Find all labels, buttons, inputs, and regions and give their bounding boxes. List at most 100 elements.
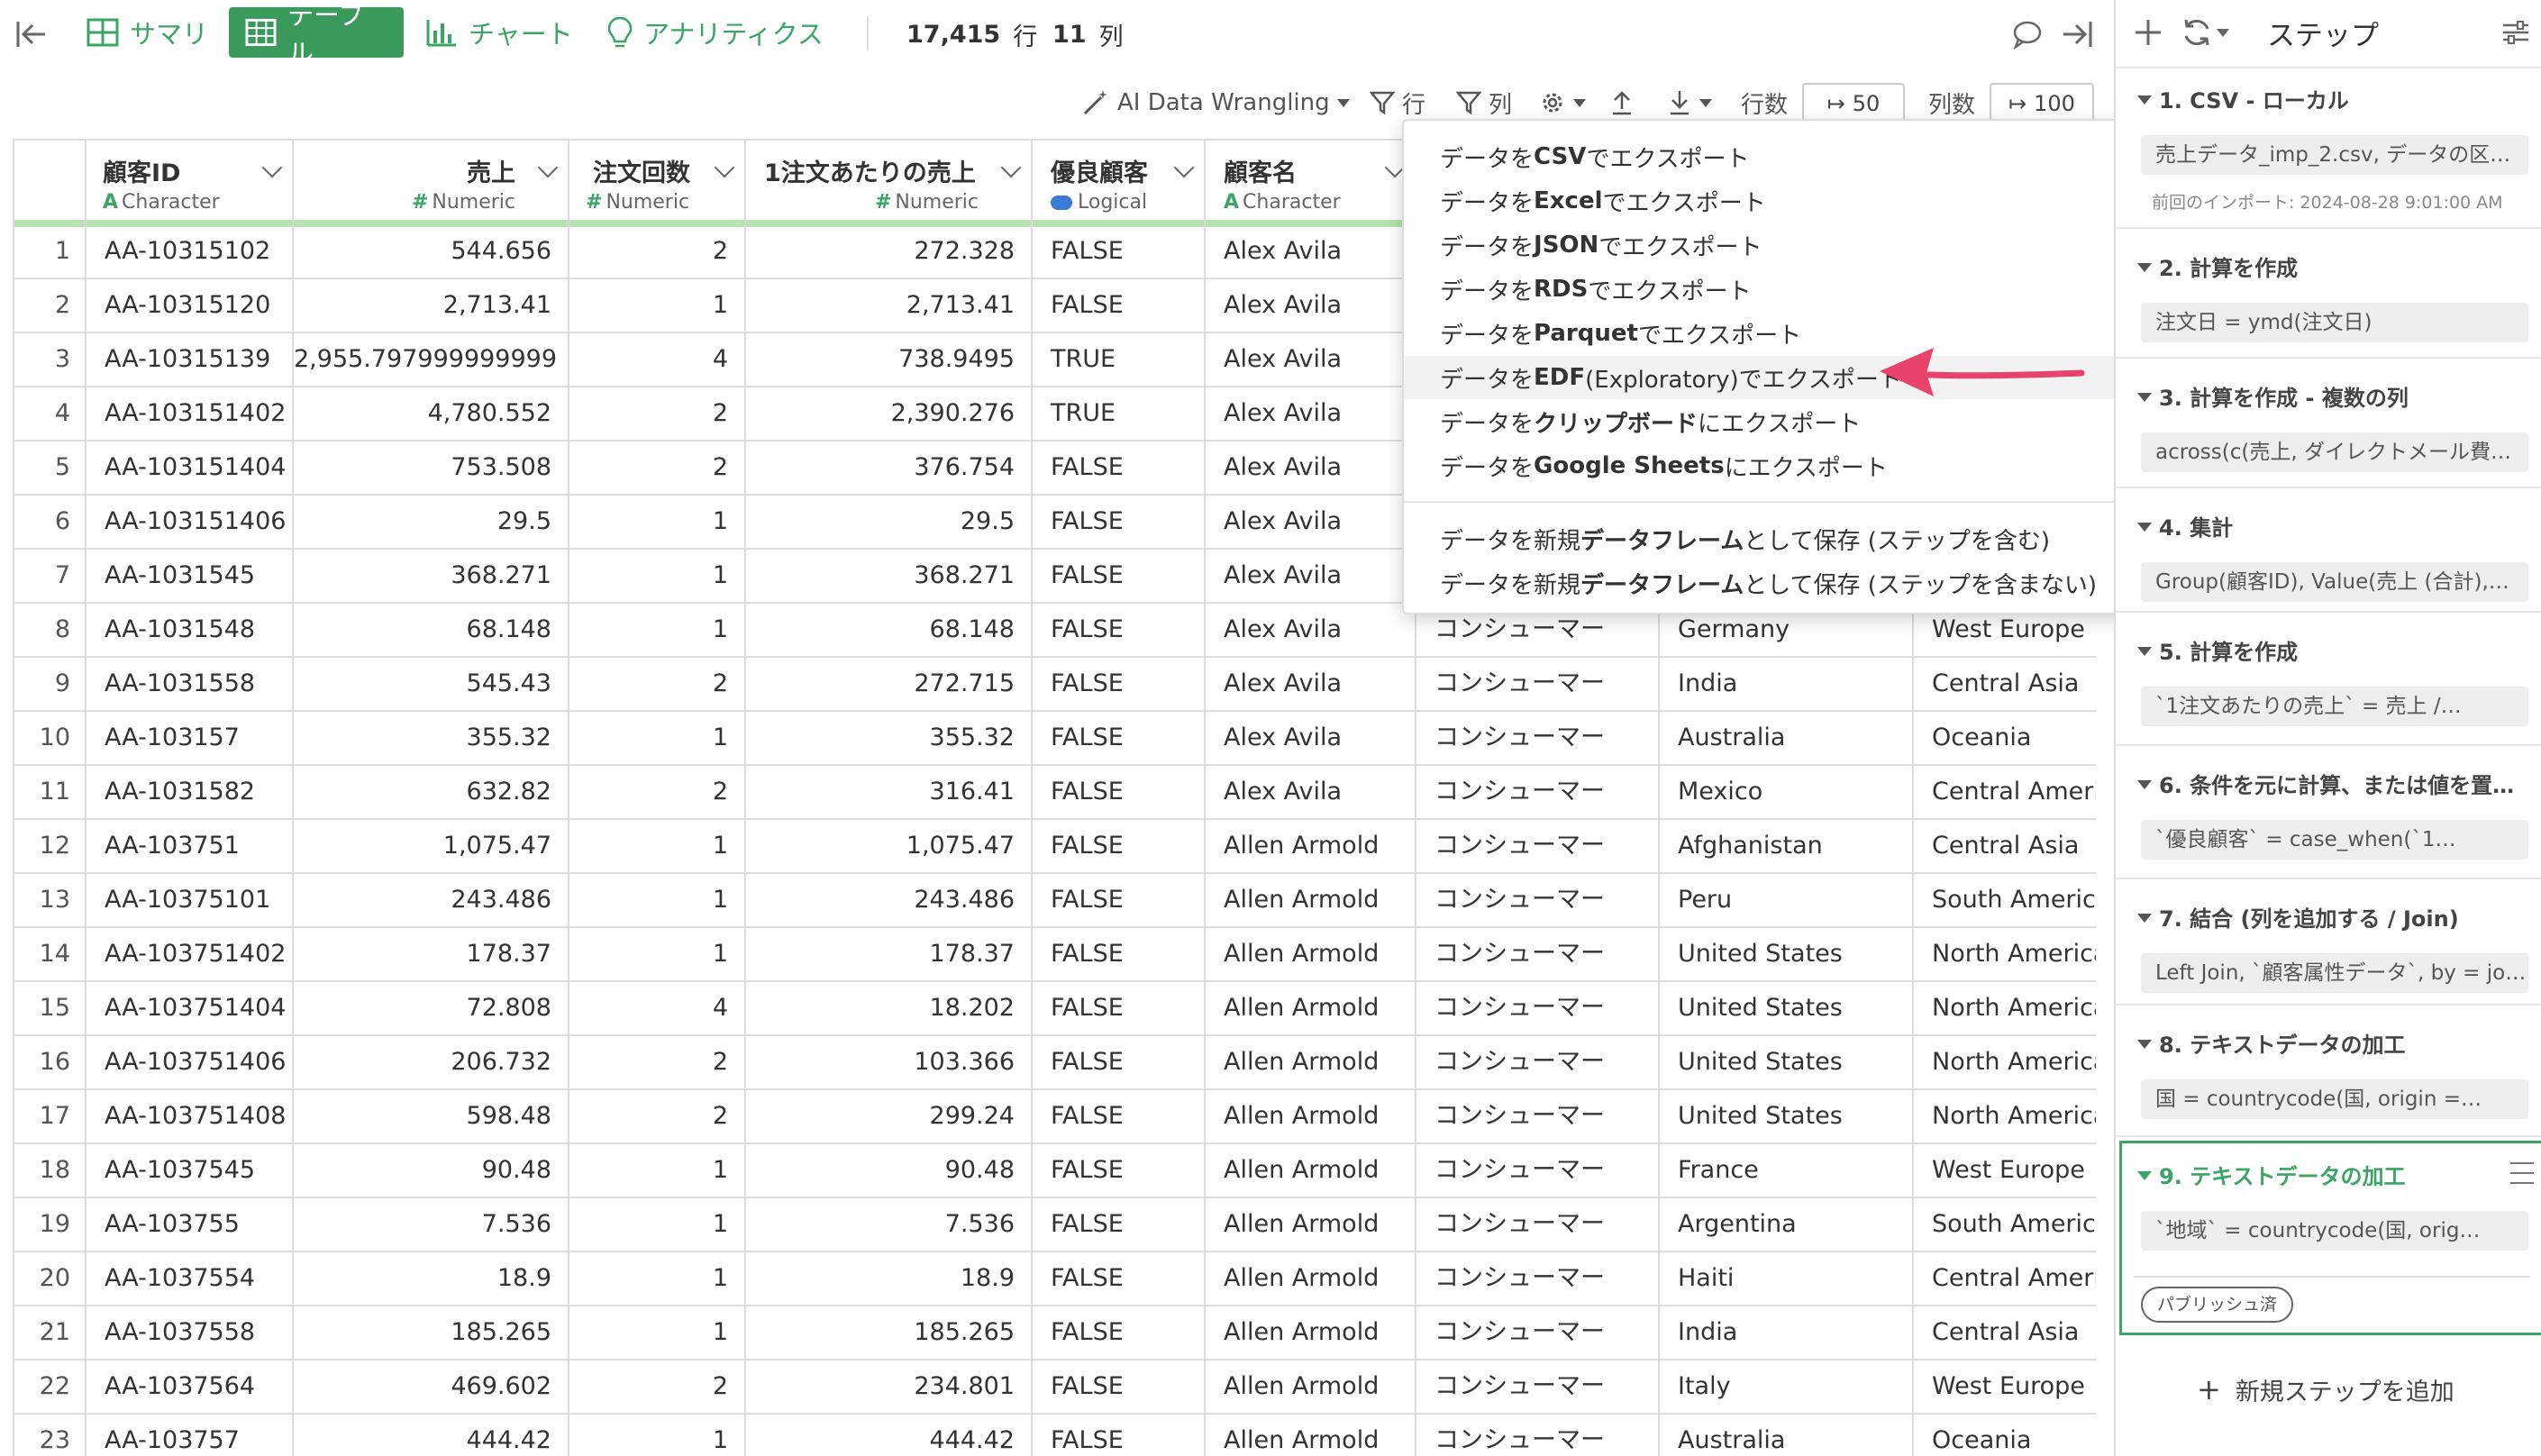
table-cell[interactable]: 1: [569, 1415, 746, 1456]
collapse-left-icon[interactable]: [13, 16, 49, 52]
table-cell[interactable]: France: [1660, 1144, 1914, 1198]
step-title[interactable]: 2. 計算を作成: [2159, 250, 2298, 282]
table-cell[interactable]: 7.536: [294, 1198, 569, 1252]
table-cell[interactable]: コンシューマー: [1416, 1036, 1660, 1090]
table-cell[interactable]: AA-1037554: [87, 1252, 294, 1306]
table-cell[interactable]: 4,780.552: [294, 387, 569, 441]
table-cell[interactable]: 299.24: [746, 1090, 1033, 1144]
table-cell[interactable]: Allen Armold: [1206, 1360, 1416, 1415]
table-cell[interactable]: 185.265: [746, 1306, 1033, 1360]
table-cell[interactable]: コンシューマー: [1416, 1306, 1660, 1360]
table-cell[interactable]: Alex Avila: [1206, 333, 1416, 387]
table-cell[interactable]: FALSE: [1033, 1306, 1206, 1360]
step-summary[interactable]: `優良顧客` = case_when(`1…: [2141, 820, 2528, 860]
table-cell[interactable]: FALSE: [1033, 1144, 1206, 1198]
table-cell[interactable]: 598.48: [294, 1090, 569, 1144]
table-row[interactable]: 20 AA-1037554 18.9 1 18.9 FALSE Allen Armold コン…: [14, 1252, 2096, 1306]
table-cell[interactable]: Australia: [1660, 712, 1914, 766]
table-cell[interactable]: 272.715: [746, 658, 1033, 712]
settings-sliders-icon[interactable]: [2501, 18, 2530, 47]
table-row[interactable]: 18 AA-1037545 90.48 1 90.48 FALSE Allen Armold…: [14, 1144, 2096, 1198]
menu-item-save-dataframe[interactable]: データを新規 データフレーム として保存 (ステップを含まない): [1404, 561, 2148, 605]
step-title[interactable]: 8. テキストデータの加工: [2159, 1027, 2405, 1059]
step-title[interactable]: 6. 条件を元に計算、または値を置…: [2159, 768, 2514, 799]
table-row[interactable]: 22 AA-1037564 469.602 2 234.801 FALSE Allen Ar…: [14, 1360, 2096, 1415]
table-cell[interactable]: United States: [1660, 928, 1914, 982]
table-cell[interactable]: 185.265: [294, 1306, 569, 1360]
table-cell[interactable]: コンシューマー: [1416, 928, 1660, 982]
table-cell[interactable]: South America: [1914, 1198, 2096, 1252]
add-step-button[interactable]: + 新規ステップを追加: [2197, 1370, 2454, 1409]
step-summary[interactable]: 国 = countrycode(国, origin =…: [2141, 1079, 2528, 1119]
table-cell[interactable]: 2,713.41: [746, 279, 1033, 333]
menu-item-save-dataframe[interactable]: データを新規 データフレーム として保存 (ステップを含む): [1404, 517, 2148, 560]
table-cell[interactable]: 2: [569, 441, 746, 496]
table-cell[interactable]: 2,390.276: [746, 387, 1033, 441]
table-cell[interactable]: Italy: [1660, 1360, 1914, 1415]
table-cell[interactable]: Central Asia: [1914, 658, 2096, 712]
table-cell[interactable]: AA-1031582: [87, 766, 294, 820]
step-title[interactable]: 3. 計算を作成 - 複数の列: [2159, 380, 2409, 412]
table-cell[interactable]: 18.202: [746, 982, 1033, 1036]
table-cell[interactable]: AA-1037558: [87, 1306, 294, 1360]
table-cell[interactable]: North America: [1914, 928, 2096, 982]
table-cell[interactable]: 355.32: [746, 712, 1033, 766]
table-row[interactable]: 15 AA-103751404 72.808 4 18.202 FALSE Allen Ar…: [14, 982, 2096, 1036]
table-cell[interactable]: FALSE: [1033, 1415, 1206, 1456]
table-cell[interactable]: 18.9: [746, 1252, 1033, 1306]
table-cell[interactable]: Allen Armold: [1206, 1415, 1416, 1456]
table-cell[interactable]: Allen Armold: [1206, 982, 1416, 1036]
chevron-down-icon[interactable]: [1173, 157, 1195, 178]
table-cell[interactable]: Allen Armold: [1206, 1306, 1416, 1360]
table-cell[interactable]: 1: [569, 712, 746, 766]
table-cell[interactable]: 1: [569, 874, 746, 928]
table-cell[interactable]: 544.656: [294, 225, 569, 279]
table-cell[interactable]: FALSE: [1033, 1090, 1206, 1144]
table-cell[interactable]: 7.536: [746, 1198, 1033, 1252]
table-cell[interactable]: 29.5: [746, 496, 1033, 550]
table-cell[interactable]: FALSE: [1033, 279, 1206, 333]
table-cell[interactable]: AA-1031545: [87, 550, 294, 604]
table-cell[interactable]: AA-1037545: [87, 1144, 294, 1198]
table-cell[interactable]: FALSE: [1033, 820, 1206, 874]
table-cell[interactable]: 72.808: [294, 982, 569, 1036]
table-cell[interactable]: 1: [569, 820, 746, 874]
table-cell[interactable]: 1: [569, 604, 746, 658]
table-cell[interactable]: 1: [569, 1252, 746, 1306]
table-cell[interactable]: United States: [1660, 1090, 1914, 1144]
table-cell[interactable]: Mexico: [1660, 766, 1914, 820]
table-cell[interactable]: 4: [569, 982, 746, 1036]
step-summary[interactable]: 売上データ_imp_2.csv, データの区…: [2141, 135, 2528, 175]
table-cell[interactable]: 738.9495: [746, 333, 1033, 387]
step-title[interactable]: 1. CSV - ローカル: [2159, 83, 2349, 114]
table-cell[interactable]: FALSE: [1033, 1198, 1206, 1252]
step-summary[interactable]: `1注文あたりの売上` = 売上 /…: [2141, 687, 2528, 726]
table-cell[interactable]: FALSE: [1033, 496, 1206, 550]
table-cell[interactable]: AA-1031558: [87, 658, 294, 712]
table-cell[interactable]: 1,075.47: [294, 820, 569, 874]
table-cell[interactable]: 444.42: [746, 1415, 1033, 1456]
table-cell[interactable]: 234.801: [746, 1360, 1033, 1415]
table-row[interactable]: 9 AA-1031558 545.43 2 272.715 FALSE Alex Avila…: [14, 658, 2096, 712]
table-row[interactable]: 12 AA-103751 1,075.47 1 1,075.47 FALSE Allen A…: [14, 820, 2096, 874]
table-cell[interactable]: United States: [1660, 1036, 1914, 1090]
step-title[interactable]: 7. 結合 (列を追加する / Join): [2159, 901, 2459, 933]
table-cell[interactable]: 178.37: [746, 928, 1033, 982]
menu-item-export[interactable]: データを JSON でエクスポート: [1404, 223, 2148, 267]
table-cell[interactable]: Peru: [1660, 874, 1914, 928]
table-cell[interactable]: コンシューマー: [1416, 874, 1660, 928]
collapse-triangle-icon[interactable]: [2137, 914, 2152, 923]
table-cell[interactable]: Allen Armold: [1206, 1036, 1416, 1090]
table-cell[interactable]: 1: [569, 928, 746, 982]
table-row[interactable]: 14 AA-103751402 178.37 1 178.37 FALSE Allen Ar…: [14, 928, 2096, 982]
table-cell[interactable]: AA-103157: [87, 712, 294, 766]
table-cell[interactable]: コンシューマー: [1416, 1144, 1660, 1198]
table-row[interactable]: 21 AA-1037558 185.265 1 185.265 FALSE Allen Ar…: [14, 1306, 2096, 1360]
table-cell[interactable]: Argentina: [1660, 1198, 1914, 1252]
table-cell[interactable]: 2: [569, 1036, 746, 1090]
table-cell[interactable]: Alex Avila: [1206, 225, 1416, 279]
step-title[interactable]: 5. 計算を作成: [2159, 634, 2298, 666]
table-cell[interactable]: 632.82: [294, 766, 569, 820]
table-cell[interactable]: FALSE: [1033, 550, 1206, 604]
table-cell[interactable]: 2: [569, 1090, 746, 1144]
